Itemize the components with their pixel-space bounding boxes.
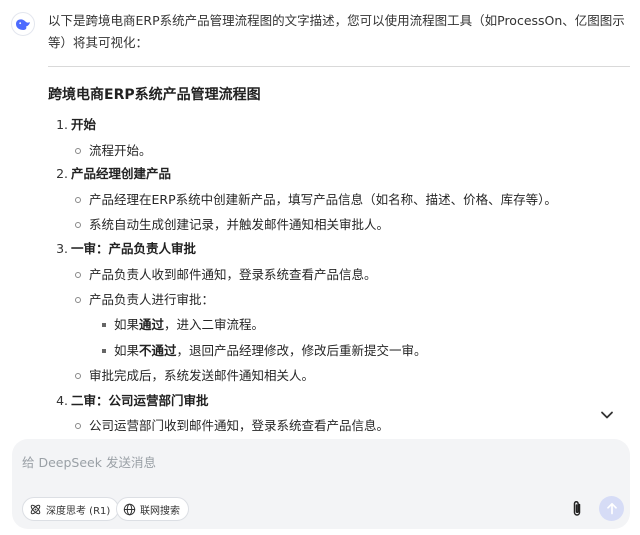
deepseek-whale-icon — [16, 18, 30, 30]
sub-item-bold: 不通过 — [139, 343, 177, 358]
step-heading: 产品经理创建产品 — [71, 166, 172, 181]
message-input[interactable]: 给 DeepSeek 发送消息 — [22, 452, 156, 471]
arrow-up-icon — [606, 502, 617, 515]
scroll-to-bottom-button[interactable] — [596, 404, 618, 426]
bullet-square-icon — [102, 349, 106, 353]
bullet-circle-icon — [75, 197, 81, 203]
list-item-text: 产品负责人进行审批： — [89, 292, 215, 307]
bullet-circle-icon — [75, 373, 81, 379]
list-item-text: 审批完成后，系统发送邮件通知相关人。 — [89, 368, 315, 383]
deep-think-label: 深度思考 (R1) — [46, 505, 111, 517]
assistant-message-content: 1. 开始 流程开始。 2. 产品经理创建产品 产品经理在ERP系统中创建新产品，填… — [48, 113, 633, 436]
attach-file-button[interactable] — [566, 497, 588, 521]
list-item-text: 系统自动生成创建记录，并触发邮件通知相关审批人。 — [89, 217, 390, 232]
list-item: 产品负责人进行审批： — [75, 290, 214, 310]
sub-item-prefix: 如果 — [114, 317, 140, 332]
sub-item-bold: 通过 — [139, 317, 165, 332]
step-4: 4. 二审：公司运营部门审批 — [48, 391, 209, 411]
list-item-text: 产品负责人收到邮件通知，登录系统查看产品信息。 — [89, 267, 377, 282]
assistant-intro-text: 以下是跨境电商ERP系统产品管理流程图的文字描述，您可以使用流程图工具（如Pro… — [48, 13, 625, 50]
step-3: 3. 一审：产品负责人审批 — [48, 239, 196, 259]
deep-think-toggle[interactable]: 深度思考 (R1) — [22, 497, 120, 521]
bullet-circle-icon — [75, 423, 81, 429]
web-search-label: 联网搜索 — [140, 505, 180, 517]
chevron-down-icon — [601, 411, 613, 419]
message-composer: 给 DeepSeek 发送消息 深度思考 (R1) 联网搜索 — [12, 439, 630, 529]
sub-item-suffix: ，退回产品经理修改，修改后重新提交一审。 — [176, 343, 427, 358]
list-item-text: 流程开始。 — [89, 143, 152, 158]
list-item: 流程开始。 — [75, 141, 152, 161]
list-item: 产品经理在ERP系统中创建新产品，填写产品信息（如名称、描述、价格、库存等）。 — [75, 190, 557, 210]
web-search-toggle[interactable]: 联网搜索 — [116, 497, 189, 521]
flowchart-title: 跨境电商ERP系统产品管理流程图 — [48, 87, 261, 103]
list-item-text: 公司运营部门收到邮件通知，登录系统查看产品信息。 — [89, 418, 390, 433]
assistant-avatar — [11, 12, 35, 36]
bullet-circle-icon — [75, 148, 81, 154]
atom-icon — [29, 503, 42, 516]
step-heading: 二审：公司运营部门审批 — [71, 393, 209, 408]
send-button[interactable] — [599, 496, 624, 521]
list-item: 审批完成后，系统发送邮件通知相关人。 — [75, 366, 314, 386]
list-item: 产品负责人收到邮件通知，登录系统查看产品信息。 — [75, 265, 377, 285]
paperclip-icon — [573, 500, 581, 516]
step-heading: 开始 — [71, 117, 97, 132]
step-2: 2. 产品经理创建产品 — [48, 164, 171, 184]
step-number: 2. — [56, 166, 68, 181]
bullet-circle-icon — [75, 297, 81, 303]
globe-icon — [123, 503, 136, 516]
step-number: 3. — [56, 241, 68, 256]
bullet-circle-icon — [75, 272, 81, 278]
list-item: 公司运营部门收到邮件通知，登录系统查看产品信息。 — [75, 416, 389, 436]
step-heading: 一审：产品负责人审批 — [71, 241, 197, 256]
step-1: 1. 开始 — [48, 115, 96, 135]
step-number: 4. — [56, 393, 68, 408]
list-item: 系统自动生成创建记录，并触发邮件通知相关审批人。 — [75, 215, 389, 235]
sub-item-suffix: ，进入二审流程。 — [164, 317, 265, 332]
sub-list-item: 如果通过，进入二审流程。 — [102, 315, 264, 335]
sub-list-item: 如果不通过，退回产品经理修改，修改后重新提交一审。 — [102, 341, 427, 361]
bullet-circle-icon — [75, 222, 81, 228]
sub-item-prefix: 如果 — [114, 343, 140, 358]
divider — [48, 66, 630, 67]
bullet-square-icon — [102, 323, 106, 327]
list-item-text: 产品经理在ERP系统中创建新产品，填写产品信息（如名称、描述、价格、库存等）。 — [89, 192, 557, 207]
step-number: 1. — [56, 117, 68, 132]
